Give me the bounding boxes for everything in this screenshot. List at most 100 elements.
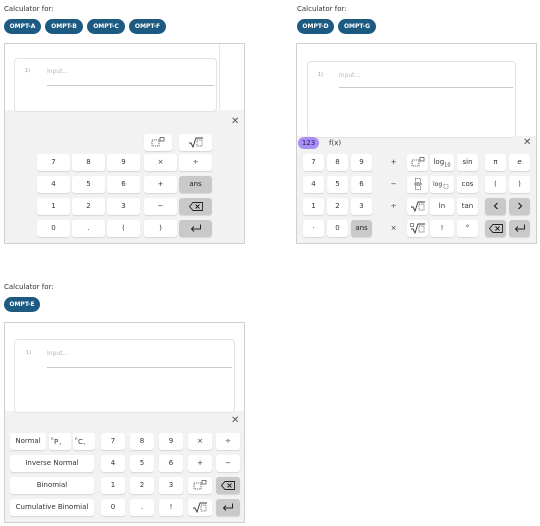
backspace-key[interactable] bbox=[179, 198, 212, 215]
permutation-key[interactable]: n P r bbox=[49, 433, 71, 450]
key-0[interactable]: 0 bbox=[327, 220, 348, 237]
tag-ompt-f[interactable]: OMPT-F bbox=[129, 19, 166, 34]
calc3-input-field[interactable]: Input... bbox=[47, 350, 68, 357]
key-pi[interactable]: π bbox=[485, 154, 506, 171]
key-2[interactable]: 2 bbox=[72, 198, 105, 215]
key-4[interactable]: 4 bbox=[37, 176, 70, 193]
power-key[interactable] bbox=[407, 154, 428, 171]
key-plus[interactable]: + bbox=[383, 154, 404, 171]
key-5[interactable]: 5 bbox=[327, 176, 348, 193]
key-decimal[interactable]: . bbox=[130, 499, 154, 516]
key-e[interactable]: e bbox=[509, 154, 530, 171]
fraction-key[interactable] bbox=[407, 176, 428, 193]
key-9[interactable]: 9 bbox=[159, 433, 183, 450]
inverse-normal-key[interactable]: Inverse Normal bbox=[10, 455, 94, 472]
sqrt-key[interactable] bbox=[179, 134, 212, 151]
key-6[interactable]: 6 bbox=[107, 176, 140, 193]
key-9[interactable]: 9 bbox=[107, 154, 140, 171]
key-divide[interactable]: ÷ bbox=[216, 433, 240, 450]
key-9[interactable]: 9 bbox=[351, 154, 372, 171]
key-cos[interactable]: cos bbox=[457, 176, 478, 193]
log-base-key[interactable]: log bbox=[430, 176, 454, 193]
key-divide[interactable]: ÷ bbox=[179, 154, 212, 171]
key-multiply[interactable]: × bbox=[383, 220, 404, 237]
key-plus[interactable]: + bbox=[188, 455, 212, 472]
tag-ompt-a[interactable]: OMPT-A bbox=[4, 19, 41, 34]
backspace-key[interactable] bbox=[216, 477, 240, 494]
cursor-left-key[interactable] bbox=[485, 198, 506, 215]
key-multiply[interactable]: × bbox=[144, 154, 177, 171]
calc2-input-field[interactable]: Input... bbox=[339, 72, 360, 79]
superscript-key[interactable] bbox=[144, 134, 172, 151]
key-decimal[interactable]: · bbox=[303, 220, 324, 237]
calc1-input-field[interactable]: Input... bbox=[47, 68, 68, 75]
key-7[interactable]: 7 bbox=[303, 154, 324, 171]
key-4[interactable]: 4 bbox=[101, 455, 125, 472]
key-5[interactable]: 5 bbox=[72, 176, 105, 193]
key-factorial[interactable]: ! bbox=[159, 499, 183, 516]
enter-key[interactable] bbox=[509, 220, 530, 237]
key-4[interactable]: 4 bbox=[303, 176, 324, 193]
sqrt-key[interactable] bbox=[188, 499, 212, 516]
key-5[interactable]: 5 bbox=[130, 455, 154, 472]
sqrt-key[interactable] bbox=[407, 198, 428, 215]
tab-fx[interactable]: f(x) bbox=[329, 137, 341, 149]
combination-key[interactable]: n C r bbox=[73, 433, 95, 450]
key-8[interactable]: 8 bbox=[72, 154, 105, 171]
tag-ompt-c[interactable]: OMPT-C bbox=[87, 19, 125, 34]
key-1[interactable]: 1 bbox=[101, 477, 125, 494]
key-open-paren[interactable]: ( bbox=[485, 176, 506, 193]
key-0[interactable]: 0 bbox=[101, 499, 125, 516]
key-minus[interactable]: − bbox=[216, 455, 240, 472]
tab-123[interactable]: 123 bbox=[298, 137, 319, 149]
key-minus[interactable]: − bbox=[144, 198, 177, 215]
nth-root-key[interactable] bbox=[407, 220, 428, 237]
key-1[interactable]: 1 bbox=[303, 198, 324, 215]
key-open-paren[interactable]: ( bbox=[107, 220, 140, 237]
binomial-key[interactable]: Binomial bbox=[10, 477, 94, 494]
key-8[interactable]: 8 bbox=[327, 154, 348, 171]
key-ln[interactable]: ln bbox=[430, 198, 454, 215]
cursor-right-key[interactable] bbox=[509, 198, 530, 215]
key-log10[interactable]: log10 bbox=[430, 154, 454, 171]
superscript-key[interactable] bbox=[188, 477, 212, 494]
key-ans[interactable]: ans bbox=[179, 176, 212, 193]
key-factorial[interactable]: ! bbox=[430, 220, 454, 237]
tag-ompt-g[interactable]: OMPT-G bbox=[338, 19, 376, 34]
backspace-key[interactable] bbox=[485, 220, 506, 237]
key-minus[interactable]: − bbox=[383, 176, 404, 193]
key-7[interactable]: 7 bbox=[101, 433, 125, 450]
close-icon[interactable]: ✕ bbox=[231, 117, 239, 127]
tag-ompt-b[interactable]: OMPT-B bbox=[45, 19, 83, 34]
key-plus[interactable]: + bbox=[144, 176, 177, 193]
key-tan[interactable]: tan bbox=[457, 198, 478, 215]
key-6[interactable]: 6 bbox=[351, 176, 372, 193]
key-2[interactable]: 2 bbox=[327, 198, 348, 215]
svg-text:C: C bbox=[78, 438, 83, 446]
key-6[interactable]: 6 bbox=[159, 455, 183, 472]
key-divide[interactable]: ÷ bbox=[383, 198, 404, 215]
enter-key[interactable] bbox=[216, 499, 240, 516]
key-8[interactable]: 8 bbox=[130, 433, 154, 450]
key-sin[interactable]: sin bbox=[457, 154, 478, 171]
key-multiply[interactable]: × bbox=[188, 433, 212, 450]
cumulative-binomial-key[interactable]: Cumulative Binomial bbox=[10, 499, 94, 516]
tag-ompt-d[interactable]: OMPT-D bbox=[297, 19, 334, 34]
key-close-paren[interactable]: ) bbox=[144, 220, 177, 237]
key-0[interactable]: 0 bbox=[37, 220, 70, 237]
close-icon[interactable]: ✕ bbox=[523, 138, 531, 148]
key-1[interactable]: 1 bbox=[37, 198, 70, 215]
key-3[interactable]: 3 bbox=[107, 198, 140, 215]
normal-key[interactable]: Normal bbox=[10, 433, 46, 450]
key-2[interactable]: 2 bbox=[130, 477, 154, 494]
key-7[interactable]: 7 bbox=[37, 154, 70, 171]
key-3[interactable]: 3 bbox=[159, 477, 183, 494]
key-decimal[interactable]: . bbox=[72, 220, 105, 237]
key-ans[interactable]: ans bbox=[351, 220, 372, 237]
key-degree[interactable]: ° bbox=[457, 220, 478, 237]
close-icon[interactable]: ✕ bbox=[231, 416, 239, 426]
key-3[interactable]: 3 bbox=[351, 198, 372, 215]
key-close-paren[interactable]: ) bbox=[509, 176, 530, 193]
tag-ompt-e[interactable]: OMPT-E bbox=[4, 297, 40, 312]
enter-key[interactable] bbox=[179, 220, 212, 237]
